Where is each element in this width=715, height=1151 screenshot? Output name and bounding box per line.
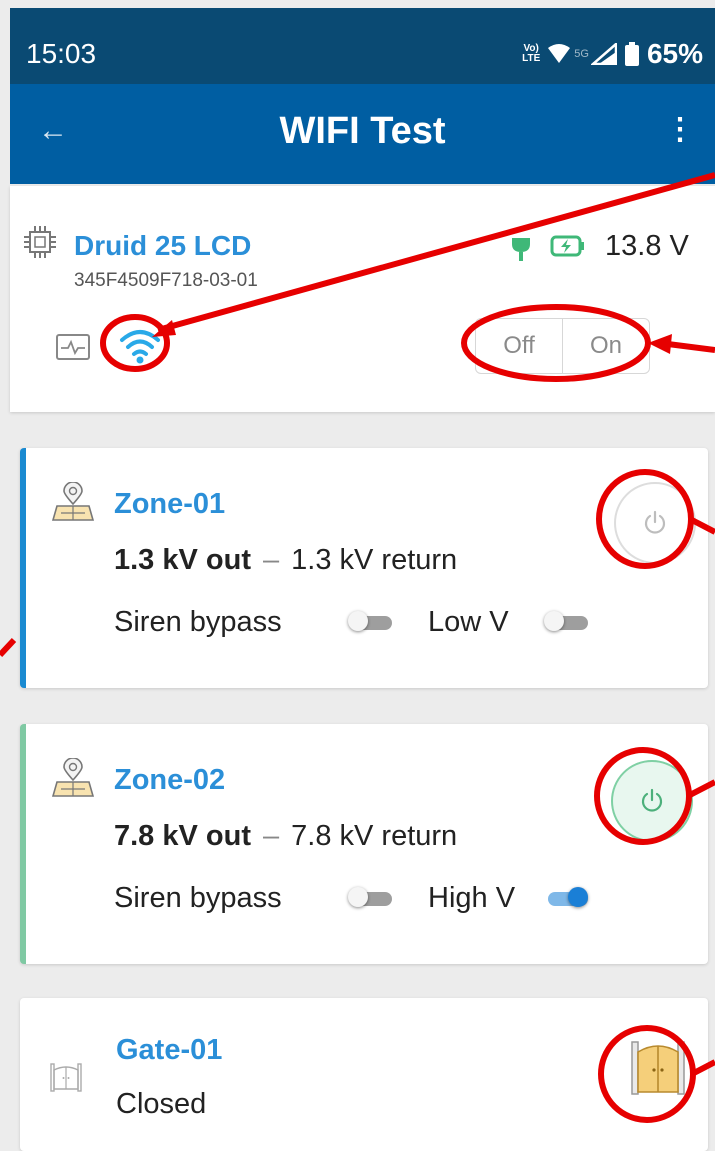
annotation-overlay [0,172,715,1123]
